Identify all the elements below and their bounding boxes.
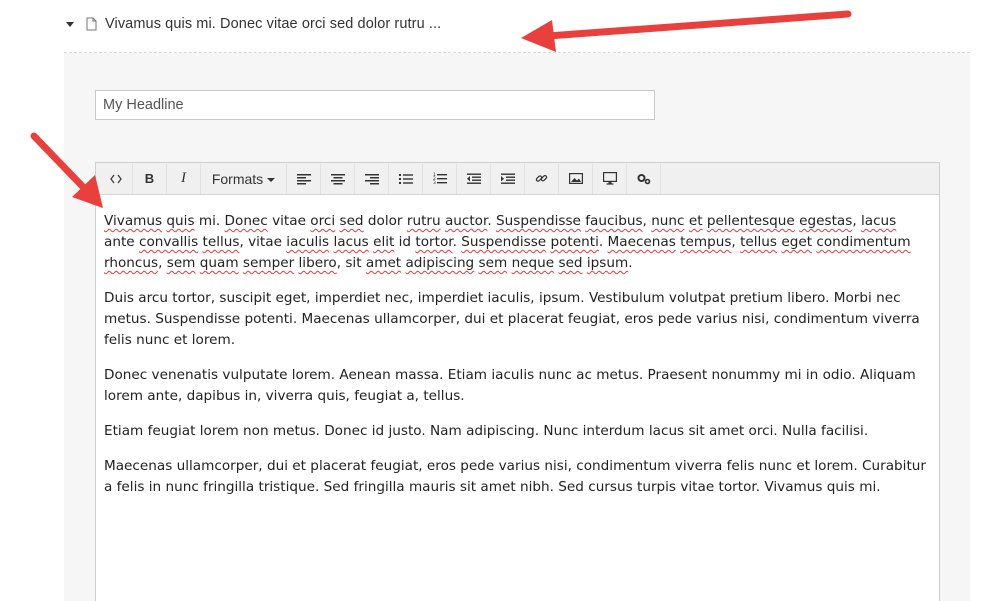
document-icon (86, 17, 97, 31)
paragraph: Etiam feugiat lorem non metus. Donec id … (104, 423, 869, 439)
outdent-button[interactable] (457, 163, 491, 194)
paragraph: Maecenas ullamcorper, dui et placerat fe… (104, 458, 926, 495)
numbered-list-icon: 1 2 3 (433, 172, 447, 185)
caret-down-icon[interactable] (66, 21, 74, 27)
align-left-icon (296, 173, 311, 185)
headline-input[interactable] (95, 90, 655, 120)
paragraph: Donec venenatis vulputate lorem. Aenean … (104, 367, 916, 404)
align-right-icon (364, 173, 379, 185)
bold-icon: B (144, 171, 155, 186)
link-button[interactable] (525, 163, 559, 194)
tree-node[interactable]: Vivamus quis mi. Donec vitae orci sed do… (60, 12, 441, 36)
editor-content[interactable]: Vivamus quis mi. Donec vitae orci sed do… (96, 195, 939, 498)
chevron-down-icon (267, 177, 276, 182)
page-root: Vivamus quis mi. Donec vitae orci sed do… (0, 0, 982, 601)
italic-icon: I (181, 170, 186, 186)
italic-button[interactable]: I (167, 163, 201, 194)
image-icon (568, 173, 583, 184)
rich-text-editor: B I Formats 1 2 3 Vivamus quis mi. Donec… (95, 162, 940, 601)
editor-toolbar: B I Formats 1 2 3 (96, 163, 939, 195)
source-code-icon (109, 174, 122, 184)
bold-button[interactable]: B (133, 163, 167, 194)
numbered-list-button[interactable]: 1 2 3 (423, 163, 457, 194)
indent-icon (500, 173, 515, 185)
settings-button[interactable] (627, 163, 661, 194)
align-left-button[interactable] (287, 163, 321, 194)
formats-label: Formats (211, 170, 264, 187)
annotation-arrow-top (521, 10, 852, 52)
tree-node-title[interactable]: Vivamus quis mi. Donec vitae orci sed do… (105, 16, 441, 32)
media-button[interactable] (593, 163, 627, 194)
monitor-icon (602, 172, 617, 185)
bullet-list-button[interactable] (389, 163, 423, 194)
align-right-button[interactable] (355, 163, 389, 194)
image-button[interactable] (559, 163, 593, 194)
svg-text:3: 3 (433, 180, 436, 185)
gears-icon (637, 173, 651, 185)
indent-button[interactable] (491, 163, 525, 194)
align-center-button[interactable] (321, 163, 355, 194)
paragraph: Duis arcu tortor, suscipit eget, imperdi… (104, 290, 920, 348)
source-code-button[interactable] (99, 163, 133, 194)
formats-dropdown[interactable]: Formats (201, 163, 287, 194)
align-center-icon (330, 173, 345, 185)
bullet-list-icon (398, 173, 413, 185)
link-icon (535, 172, 548, 185)
outdent-icon (466, 173, 481, 185)
paragraph: Vivamus quis mi. Donec vitae orci sed do… (104, 213, 911, 271)
